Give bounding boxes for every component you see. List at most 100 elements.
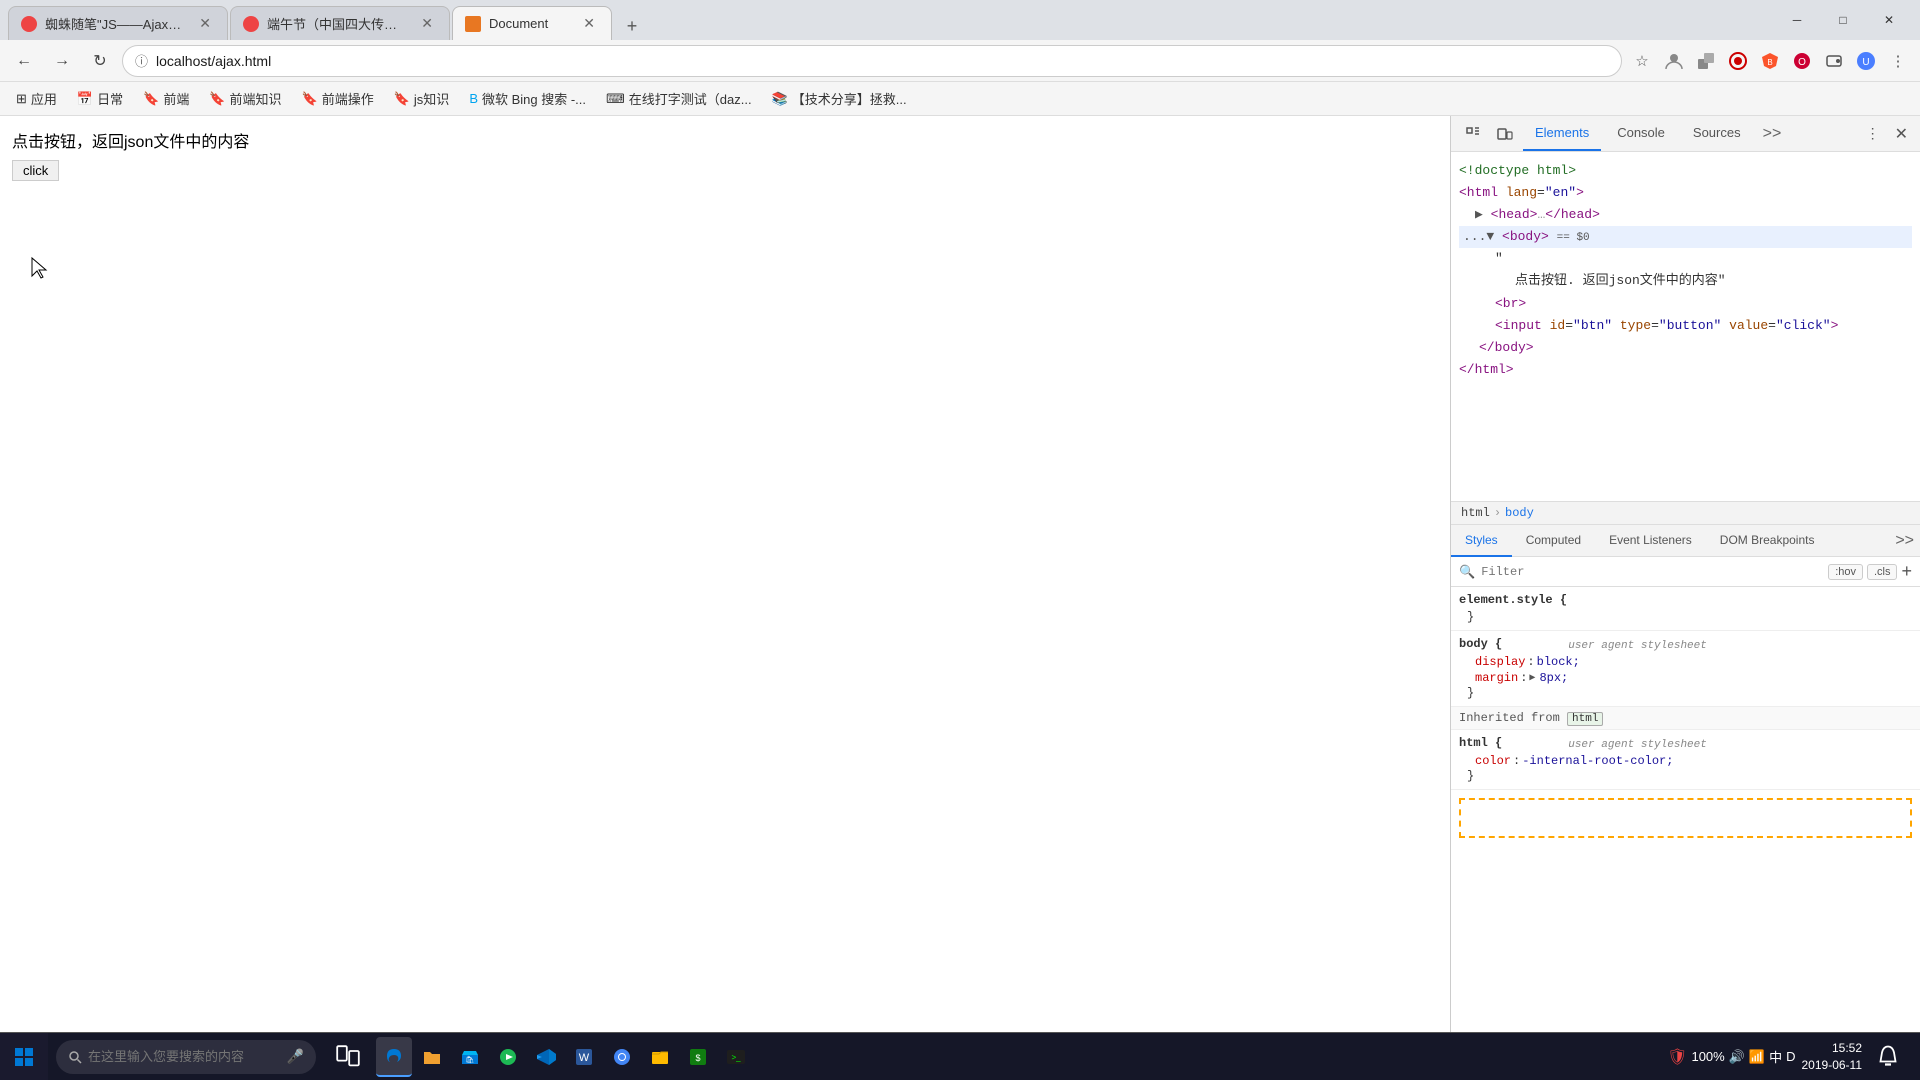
styles-tab-event-listeners[interactable]: Event Listeners [1595,525,1706,557]
network-icon[interactable]: 📶 [1749,1049,1765,1065]
styles-tab-more[interactable]: >> [1889,532,1920,550]
user-avatar[interactable]: U [1852,47,1880,75]
style-rule-body-header: body { user agent stylesheet [1459,637,1912,654]
style-selector-element: element.style { [1459,593,1912,607]
star-button[interactable]: ☆ [1628,47,1656,75]
devtools-tab-sources[interactable]: Sources [1681,117,1753,151]
bookmark-daily[interactable]: 📅 日常 [69,86,131,111]
ime-icon[interactable]: 中 [1769,1047,1782,1066]
ime-toggle[interactable]: D [1786,1049,1795,1064]
devtools-settings-icon[interactable]: ⋮ [1859,120,1887,148]
cls-filter-button[interactable]: .cls [1867,564,1898,580]
style-rule-body: body { user agent stylesheet display : b… [1451,631,1920,707]
wallet-icon [1820,47,1848,75]
taskbar-search-input[interactable] [88,1049,283,1064]
back-button[interactable]: ← [8,45,40,77]
menu-button[interactable]: ⋮ [1884,47,1912,75]
tab-close-1[interactable]: ✕ [195,13,215,34]
taskbar-app-store[interactable]: 🛍 [452,1037,488,1077]
battery-icon[interactable]: 100% [1691,1049,1724,1064]
devtools-tab-console[interactable]: Console [1605,117,1677,151]
taskbar-clock[interactable]: 15:52 2019-06-11 [1802,1040,1863,1074]
minimize-button[interactable]: ─ [1774,5,1820,35]
tab-1[interactable]: 蜘蛛随笔"JS——Ajax原理应用 ✕ [8,6,228,40]
virus-protection-icon[interactable]: 🛡 [1667,1047,1687,1067]
bookmark-tech[interactable]: 📚 【技术分享】拯救... [764,86,915,111]
taskbar-app-dev[interactable]: >_ [718,1037,754,1077]
device-toolbar-icon[interactable] [1491,120,1519,148]
bookmark-frontend-ops[interactable]: 🔖 前端操作 [294,86,382,111]
tab-label-1: 蜘蛛随笔"JS——Ajax原理应用 [45,14,187,33]
taskbar-app-word[interactable]: W [566,1037,602,1077]
taskbar-app-media[interactable] [490,1037,526,1077]
styles-panel: Styles Computed Event Listeners DOM Brea… [1451,525,1920,1032]
taskbar-search-bar[interactable]: 🎤 [56,1040,316,1074]
profile-button[interactable] [1660,47,1688,75]
new-tab-button[interactable]: + [618,12,646,40]
bookmark-bing[interactable]: B 微软 Bing 搜索 -... [461,86,594,111]
bookmark-apps[interactable]: ⊞ 应用 [8,86,65,111]
add-style-button[interactable]: + [1901,561,1912,582]
tab-close-2[interactable]: ✕ [417,13,437,34]
styles-tab-styles[interactable]: Styles [1451,525,1512,557]
reload-button[interactable]: ↻ [84,45,116,77]
svg-text:B: B [1767,58,1772,67]
start-button[interactable] [0,1033,48,1080]
task-view-button[interactable] [328,1037,368,1077]
taskbar-quick-icons [328,1037,368,1077]
close-button[interactable]: ✕ [1866,5,1912,35]
devtools-close-button[interactable]: ✕ [1891,120,1912,148]
dom-line-head[interactable]: ▶ <head>…</head> [1459,204,1912,226]
tab-2[interactable]: 端午节（中国四大传统节日之一 ✕ [230,6,450,40]
bookmark-frontend-knowledge[interactable]: 🔖 前端知识 [201,86,289,111]
click-button[interactable]: click [12,160,59,181]
taskbar-app-edge[interactable] [376,1037,412,1077]
dom-line-text1: " [1459,248,1912,270]
dom-line-doctype: <!doctype html> [1459,160,1912,182]
filter-bar: 🔍 :hov .cls + [1451,557,1920,587]
style-selector-html: html { [1459,736,1502,750]
taskbar-app-chrome[interactable] [604,1037,640,1077]
taskbar-app-files[interactable] [414,1037,450,1077]
bookmark-js[interactable]: 🔖 js知识 [386,86,458,111]
taskbar-app-finance[interactable]: $ [680,1037,716,1077]
tab-3[interactable]: Document ✕ [452,6,612,40]
dom-line-body[interactable]: ...▼ <body> == $0 [1459,226,1912,248]
inspector-icon[interactable] [1459,120,1487,148]
styles-tab-computed[interactable]: Computed [1512,525,1595,557]
breadcrumb-body[interactable]: body [1505,506,1534,520]
address-bar[interactable]: ⓘ localhost/ajax.html [122,45,1622,77]
extensions-button[interactable] [1692,47,1720,75]
tab-close-3[interactable]: ✕ [579,13,599,34]
dom-line-input[interactable]: <input id="btn" type="button" value="cli… [1459,315,1912,337]
inherited-tag-html[interactable]: html [1567,712,1603,726]
tab-favicon-2 [243,16,259,32]
bookmark-frontend[interactable]: 🔖 前端 [135,86,197,111]
bookmark-typing[interactable]: ⌨ 在线打字测试（daz... [598,86,760,111]
triangle-icon[interactable]: ▶ [1529,672,1535,684]
microphone-icon[interactable]: 🎤 [287,1048,304,1065]
forward-button[interactable]: → [46,45,78,77]
style-rule-close-1: } [1459,610,1912,624]
svg-text:O: O [1798,57,1806,68]
content-area: 点击按钮，返回json文件中的内容 click Elements Console… [0,116,1920,1032]
styles-tab-dom-breakpoints[interactable]: DOM Breakpoints [1706,525,1829,557]
inherited-from-html: Inherited from html [1451,707,1920,730]
dom-line-text2: 点击按钮. 返回json文件中的内容" [1459,270,1912,292]
dom-line-br[interactable]: <br> [1459,293,1912,315]
breadcrumb-html[interactable]: html [1461,506,1490,520]
notification-button[interactable] [1868,1037,1908,1077]
filter-input[interactable] [1481,565,1822,579]
hov-filter-button[interactable]: :hov [1828,564,1863,580]
taskbar-app-vscode[interactable] [528,1037,564,1077]
style-selector-body: body { [1459,637,1502,651]
maximize-button[interactable]: □ [1820,5,1866,35]
svg-text:U: U [1862,57,1869,68]
devtools-tab-more[interactable]: >> [1757,125,1788,143]
dom-line-html[interactable]: <html lang="en"> [1459,182,1912,204]
volume-icon[interactable]: 🔊 [1729,1049,1745,1065]
style-prop-color: color : -internal-root-color; [1459,753,1912,769]
devtools-tab-elements[interactable]: Elements [1523,117,1601,151]
taskbar-app-explorer2[interactable] [642,1037,678,1077]
window-controls: ─ □ ✕ [1774,5,1912,35]
